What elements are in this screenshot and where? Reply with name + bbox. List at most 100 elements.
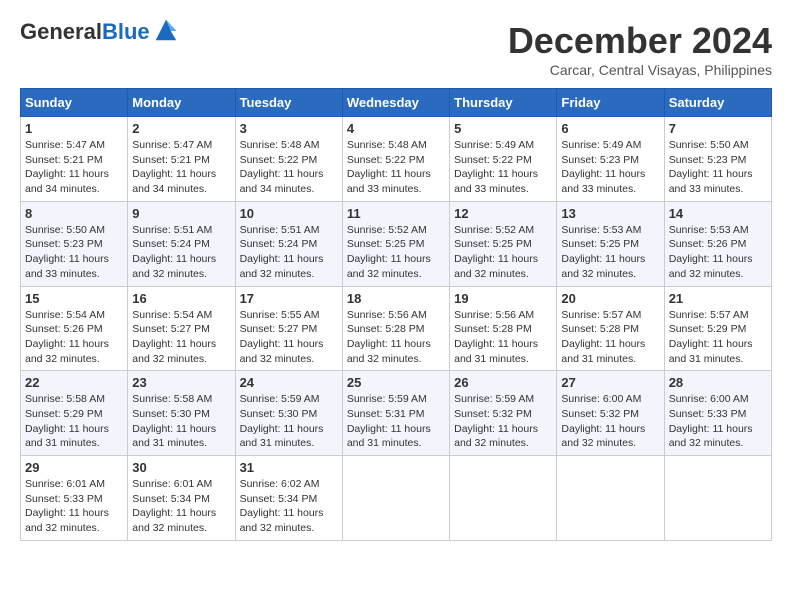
day-number: 3: [240, 121, 338, 136]
calendar-cell: 16 Sunrise: 5:54 AMSunset: 5:27 PMDayligh…: [128, 286, 235, 371]
day-number: 8: [25, 206, 123, 221]
day-info: Sunrise: 5:53 AMSunset: 5:26 PMDaylight:…: [669, 223, 767, 282]
calendar-week-row: 29Sunrise: 6:01 AMSunset: 5:33 PMDayligh…: [21, 456, 772, 541]
logo: GeneralBlue: [20, 20, 180, 44]
day-number: 1: [25, 121, 123, 136]
calendar-cell: 22Sunrise: 5:58 AMSunset: 5:29 PMDayligh…: [21, 371, 128, 456]
day-number: 15: [25, 291, 123, 306]
logo-text: GeneralBlue: [20, 20, 150, 44]
calendar-cell: 24Sunrise: 5:59 AMSunset: 5:30 PMDayligh…: [235, 371, 342, 456]
calendar-cell: 1 Sunrise: 5:47 AMSunset: 5:21 PMDaylight…: [21, 117, 128, 202]
day-info: Sunrise: 5:49 AMSunset: 5:23 PMDaylight:…: [561, 138, 659, 197]
calendar-cell: 10 Sunrise: 5:51 AMSunset: 5:24 PMDayligh…: [235, 201, 342, 286]
day-info: Sunrise: 5:48 AMSunset: 5:22 PMDaylight:…: [347, 138, 445, 197]
day-info: Sunrise: 5:54 AMSunset: 5:26 PMDaylight:…: [25, 308, 123, 367]
day-header-monday: Monday: [128, 89, 235, 117]
calendar-cell: 19 Sunrise: 5:56 AMSunset: 5:28 PMDayligh…: [450, 286, 557, 371]
day-number: 19: [454, 291, 552, 306]
day-info: Sunrise: 5:57 AMSunset: 5:29 PMDaylight:…: [669, 308, 767, 367]
calendar-header: SundayMondayTuesdayWednesdayThursdayFrid…: [21, 89, 772, 117]
calendar-cell: 15 Sunrise: 5:54 AMSunset: 5:26 PMDayligh…: [21, 286, 128, 371]
day-info: Sunrise: 5:48 AMSunset: 5:22 PMDaylight:…: [240, 138, 338, 197]
day-number: 18: [347, 291, 445, 306]
calendar-cell: [557, 456, 664, 541]
day-number: 26: [454, 375, 552, 390]
day-number: 20: [561, 291, 659, 306]
day-info: Sunrise: 5:59 AMSunset: 5:32 PMDaylight:…: [454, 392, 552, 451]
day-number: 17: [240, 291, 338, 306]
day-info: Sunrise: 5:58 AMSunset: 5:29 PMDaylight:…: [25, 392, 123, 451]
calendar-cell: 31 Sunrise: 6:02 AMSunset: 5:34 PMDayligh…: [235, 456, 342, 541]
calendar-cell: 2 Sunrise: 5:47 AMSunset: 5:21 PMDaylight…: [128, 117, 235, 202]
calendar-cell: 30 Sunrise: 6:01 AMSunset: 5:34 PMDayligh…: [128, 456, 235, 541]
calendar-cell: 21 Sunrise: 5:57 AMSunset: 5:29 PMDayligh…: [664, 286, 771, 371]
day-info: Sunrise: 5:47 AMSunset: 5:21 PMDaylight:…: [132, 138, 230, 197]
location: Carcar, Central Visayas, Philippines: [508, 62, 772, 78]
day-info: Sunrise: 5:51 AMSunset: 5:24 PMDaylight:…: [132, 223, 230, 282]
calendar-body: 1 Sunrise: 5:47 AMSunset: 5:21 PMDaylight…: [21, 117, 772, 541]
day-info: Sunrise: 5:49 AMSunset: 5:22 PMDaylight:…: [454, 138, 552, 197]
day-header-thursday: Thursday: [450, 89, 557, 117]
day-number: 24: [240, 375, 338, 390]
day-number: 14: [669, 206, 767, 221]
calendar-cell: 8 Sunrise: 5:50 AMSunset: 5:23 PMDaylight…: [21, 201, 128, 286]
day-number: 21: [669, 291, 767, 306]
day-number: 23: [132, 375, 230, 390]
day-info: Sunrise: 6:01 AMSunset: 5:34 PMDaylight:…: [132, 477, 230, 536]
day-info: Sunrise: 5:52 AMSunset: 5:25 PMDaylight:…: [347, 223, 445, 282]
day-number: 7: [669, 121, 767, 136]
day-number: 2: [132, 121, 230, 136]
calendar-week-row: 22Sunrise: 5:58 AMSunset: 5:29 PMDayligh…: [21, 371, 772, 456]
calendar-cell: 18 Sunrise: 5:56 AMSunset: 5:28 PMDayligh…: [342, 286, 449, 371]
day-info: Sunrise: 5:50 AMSunset: 5:23 PMDaylight:…: [25, 223, 123, 282]
calendar-cell: 13 Sunrise: 5:53 AMSunset: 5:25 PMDayligh…: [557, 201, 664, 286]
calendar-cell: 28 Sunrise: 6:00 AMSunset: 5:33 PMDayligh…: [664, 371, 771, 456]
day-number: 28: [669, 375, 767, 390]
day-number: 10: [240, 206, 338, 221]
day-info: Sunrise: 5:47 AMSunset: 5:21 PMDaylight:…: [25, 138, 123, 197]
day-number: 30: [132, 460, 230, 475]
day-info: Sunrise: 5:57 AMSunset: 5:28 PMDaylight:…: [561, 308, 659, 367]
calendar-header-row: SundayMondayTuesdayWednesdayThursdayFrid…: [21, 89, 772, 117]
calendar-cell: [664, 456, 771, 541]
month-title: December 2024: [508, 20, 772, 62]
calendar-cell: 6Sunrise: 5:49 AMSunset: 5:23 PMDaylight…: [557, 117, 664, 202]
day-info: Sunrise: 5:55 AMSunset: 5:27 PMDaylight:…: [240, 308, 338, 367]
day-number: 4: [347, 121, 445, 136]
calendar-week-row: 8 Sunrise: 5:50 AMSunset: 5:23 PMDaylight…: [21, 201, 772, 286]
day-info: Sunrise: 5:56 AMSunset: 5:28 PMDaylight:…: [347, 308, 445, 367]
calendar-week-row: 15 Sunrise: 5:54 AMSunset: 5:26 PMDayligh…: [21, 286, 772, 371]
day-number: 13: [561, 206, 659, 221]
day-info: Sunrise: 5:56 AMSunset: 5:28 PMDaylight:…: [454, 308, 552, 367]
calendar-cell: 25 Sunrise: 5:59 AMSunset: 5:31 PMDayligh…: [342, 371, 449, 456]
day-info: Sunrise: 5:50 AMSunset: 5:23 PMDaylight:…: [669, 138, 767, 197]
day-number: 9: [132, 206, 230, 221]
day-header-wednesday: Wednesday: [342, 89, 449, 117]
calendar-cell: 29Sunrise: 6:01 AMSunset: 5:33 PMDayligh…: [21, 456, 128, 541]
calendar-cell: 26 Sunrise: 5:59 AMSunset: 5:32 PMDayligh…: [450, 371, 557, 456]
logo-icon: [152, 16, 180, 44]
day-info: Sunrise: 5:58 AMSunset: 5:30 PMDaylight:…: [132, 392, 230, 451]
day-number: 31: [240, 460, 338, 475]
calendar-cell: 5Sunrise: 5:49 AMSunset: 5:22 PMDaylight…: [450, 117, 557, 202]
day-info: Sunrise: 6:00 AMSunset: 5:32 PMDaylight:…: [561, 392, 659, 451]
calendar-cell: 11Sunrise: 5:52 AMSunset: 5:25 PMDayligh…: [342, 201, 449, 286]
day-number: 25: [347, 375, 445, 390]
day-number: 16: [132, 291, 230, 306]
day-info: Sunrise: 5:51 AMSunset: 5:24 PMDaylight:…: [240, 223, 338, 282]
day-info: Sunrise: 6:02 AMSunset: 5:34 PMDaylight:…: [240, 477, 338, 536]
day-header-tuesday: Tuesday: [235, 89, 342, 117]
calendar-cell: 7 Sunrise: 5:50 AMSunset: 5:23 PMDaylight…: [664, 117, 771, 202]
day-info: Sunrise: 5:59 AMSunset: 5:31 PMDaylight:…: [347, 392, 445, 451]
calendar-cell: 4 Sunrise: 5:48 AMSunset: 5:22 PMDaylight…: [342, 117, 449, 202]
day-info: Sunrise: 5:53 AMSunset: 5:25 PMDaylight:…: [561, 223, 659, 282]
calendar-cell: 17 Sunrise: 5:55 AMSunset: 5:27 PMDayligh…: [235, 286, 342, 371]
title-block: December 2024 Carcar, Central Visayas, P…: [508, 20, 772, 78]
day-info: Sunrise: 5:54 AMSunset: 5:27 PMDaylight:…: [132, 308, 230, 367]
day-header-saturday: Saturday: [664, 89, 771, 117]
day-number: 27: [561, 375, 659, 390]
day-info: Sunrise: 6:00 AMSunset: 5:33 PMDaylight:…: [669, 392, 767, 451]
calendar-cell: 14 Sunrise: 5:53 AMSunset: 5:26 PMDayligh…: [664, 201, 771, 286]
day-info: Sunrise: 6:01 AMSunset: 5:33 PMDaylight:…: [25, 477, 123, 536]
calendar-cell: 27 Sunrise: 6:00 AMSunset: 5:32 PMDayligh…: [557, 371, 664, 456]
